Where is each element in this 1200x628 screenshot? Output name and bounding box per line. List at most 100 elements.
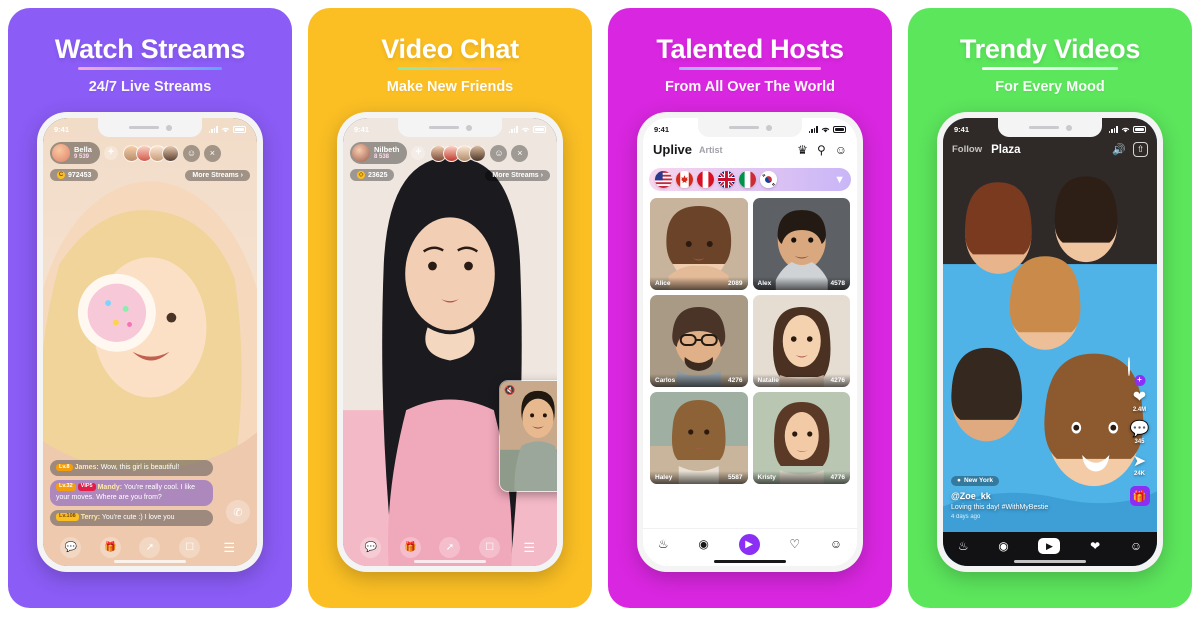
chat-text: You're really cool. I like your moves. W… bbox=[56, 484, 196, 502]
profile-icon[interactable]: ☺ bbox=[1130, 539, 1142, 553]
host-chip[interactable]: Bella 9 539 bbox=[50, 142, 100, 164]
flame-icon[interactable]: ♨ bbox=[658, 537, 669, 551]
host-card[interactable]: Alex 4578 bbox=[752, 198, 850, 290]
profile-icon[interactable]: ☺ bbox=[830, 537, 842, 551]
comment-button[interactable]: 💬 345 bbox=[1130, 422, 1150, 446]
app-store-screenshot-gallery: Watch Streams 24/7 Live Streams 9:41 Bel… bbox=[0, 0, 1200, 628]
viewer-avatars[interactable] bbox=[430, 144, 487, 162]
follow-button[interactable]: + bbox=[411, 146, 426, 160]
host-card[interactable]: Natalie 4276 bbox=[752, 295, 850, 387]
follow-plus-icon[interactable]: + bbox=[1134, 375, 1145, 386]
video-call-icon[interactable]: ✆ bbox=[226, 500, 250, 524]
host-followers: 9 539 bbox=[74, 154, 90, 161]
more-streams-button[interactable]: More Streams › bbox=[485, 169, 550, 181]
more-streams-button[interactable]: More Streams › bbox=[185, 169, 250, 181]
coin-counter[interactable]: C 972453 bbox=[50, 169, 99, 181]
chat-messages[interactable]: Lv.8 James: Wow, this girl is beautiful! … bbox=[50, 460, 213, 526]
globe-icon[interactable]: ◉ bbox=[998, 539, 1008, 553]
flag-south-korea[interactable] bbox=[760, 171, 777, 188]
emoji-icon[interactable]: ☺ bbox=[835, 143, 847, 157]
flame-icon[interactable]: ♨ bbox=[958, 539, 969, 553]
host-value: 4276 bbox=[728, 377, 743, 384]
flag-italy[interactable] bbox=[739, 171, 756, 188]
close-icon[interactable]: × bbox=[203, 144, 221, 162]
avatar bbox=[352, 144, 370, 162]
heart-icon[interactable]: ❤ bbox=[1090, 539, 1100, 553]
host-name: Bella bbox=[74, 144, 92, 154]
coin-counter[interactable]: ◇ 23625 bbox=[350, 169, 395, 181]
menu-icon[interactable]: ☰ bbox=[519, 537, 540, 558]
flag-canada[interactable] bbox=[676, 171, 693, 188]
trophy-icon[interactable]: ♛ bbox=[797, 143, 808, 157]
gallery-icon[interactable]: ☐ bbox=[179, 537, 201, 558]
status-icons bbox=[1108, 126, 1146, 133]
location-pin-icon: ● bbox=[957, 477, 961, 484]
person-add-icon[interactable]: ☺ bbox=[490, 144, 508, 162]
share-icon[interactable]: ➚ bbox=[139, 537, 161, 558]
avatar bbox=[161, 144, 179, 162]
video-username[interactable]: @Zoe_kk bbox=[951, 491, 1107, 501]
host-value: 4776 bbox=[830, 474, 845, 481]
chat-text: Wow, this girl is beautiful! bbox=[100, 464, 180, 472]
chat-icon[interactable]: 💬 bbox=[60, 537, 82, 558]
close-icon[interactable]: × bbox=[511, 144, 529, 162]
panel-talented-hosts: Talented Hosts From All Over The World 9… bbox=[600, 0, 900, 628]
tab-artist[interactable]: Artist bbox=[699, 145, 723, 155]
viewer-avatars[interactable] bbox=[122, 144, 179, 162]
host-name: Natalie bbox=[757, 377, 779, 384]
share-icon[interactable]: ➚ bbox=[439, 537, 461, 558]
host-grid: Alice 2089 Alex 4578 Carlos 4276 Natalie… bbox=[650, 198, 850, 524]
speaker-grille bbox=[728, 125, 759, 130]
vip-badge: VIP5 bbox=[77, 483, 96, 492]
person-add-icon[interactable]: ☺ bbox=[182, 144, 200, 162]
host-chip[interactable]: Nilbeth 8 538 bbox=[350, 142, 408, 164]
heart-icon[interactable]: ♡ bbox=[789, 537, 800, 551]
tab-follow[interactable]: Follow bbox=[952, 144, 982, 155]
flag-united-kingdom[interactable] bbox=[718, 171, 735, 188]
phone-mockup: 9:41 Bella 9 539 + ☺ × C 972453 More Str… bbox=[37, 112, 263, 572]
pip-video-window[interactable]: 🔇 bbox=[499, 380, 557, 492]
follow-button[interactable]: + bbox=[103, 146, 118, 160]
host-card[interactable]: Kristy 4776 bbox=[752, 392, 850, 484]
speaker-grille bbox=[128, 125, 159, 130]
host-card[interactable]: Alice 2089 bbox=[650, 198, 748, 290]
video-icon[interactable]: ▶ bbox=[738, 533, 760, 555]
like-button[interactable]: ❤ 2.4M bbox=[1132, 390, 1147, 414]
gallery-icon[interactable]: ☐ bbox=[479, 537, 501, 558]
like-count: 2.4M bbox=[1132, 407, 1147, 413]
gift-button[interactable]: 🎁 bbox=[1129, 486, 1150, 506]
search-icon[interactable]: ⚲ bbox=[817, 143, 826, 157]
chat-icon[interactable]: 💬 bbox=[360, 537, 382, 558]
signal-icon bbox=[208, 126, 218, 133]
chat-message: Lv.108 Terry: You're cute :) I love you bbox=[50, 510, 213, 526]
filter-icon[interactable]: ▼ bbox=[834, 174, 845, 186]
host-card[interactable]: Carlos 4276 bbox=[650, 295, 748, 387]
phone-mockup: 9:41 Uplive Artist ♛ ⚲ ☺ ▼ Alice 2089 Al… bbox=[637, 112, 863, 572]
gift-icon[interactable]: 🎁 bbox=[399, 537, 421, 558]
tab-plaza[interactable]: Plaza bbox=[991, 144, 1020, 156]
coin-icon: C bbox=[57, 171, 65, 179]
avatar-wrapper: + bbox=[1128, 357, 1151, 386]
panel-trendy-videos: Trendy Videos For Every Mood 9:41 Follow… bbox=[900, 0, 1200, 628]
share-button[interactable]: ➤ 24K bbox=[1133, 454, 1146, 478]
location-badge[interactable]: ● New York bbox=[951, 475, 999, 486]
page-subtitle: For Every Mood bbox=[995, 79, 1105, 95]
gift-icon[interactable]: 🎁 bbox=[99, 537, 121, 558]
mic-muted-icon: 🔇 bbox=[504, 385, 516, 395]
host-value: 5587 bbox=[728, 474, 743, 481]
upload-icon[interactable]: ⇧ bbox=[1133, 142, 1148, 157]
avatar bbox=[469, 144, 487, 162]
panel-header: Trendy Videos For Every Mood bbox=[908, 8, 1192, 95]
host-card[interactable]: Haley 5587 bbox=[650, 392, 748, 484]
flag-peru[interactable] bbox=[697, 171, 714, 188]
video-icon[interactable]: ▶ bbox=[1038, 538, 1061, 554]
panel-header: Video Chat Make New Friends bbox=[308, 8, 592, 95]
flag-united-states[interactable] bbox=[655, 171, 672, 188]
follow-avatar[interactable]: + bbox=[1128, 357, 1151, 386]
menu-icon[interactable]: ☰ bbox=[219, 537, 240, 558]
volume-icon[interactable]: 🔊 bbox=[1112, 143, 1126, 156]
globe-icon[interactable]: ◉ bbox=[698, 537, 708, 551]
front-camera bbox=[1065, 124, 1072, 131]
live-toolbar: 💬 🎁 ➚ ☐ ☰ bbox=[43, 537, 257, 558]
panel-header: Watch Streams 24/7 Live Streams bbox=[8, 8, 292, 95]
